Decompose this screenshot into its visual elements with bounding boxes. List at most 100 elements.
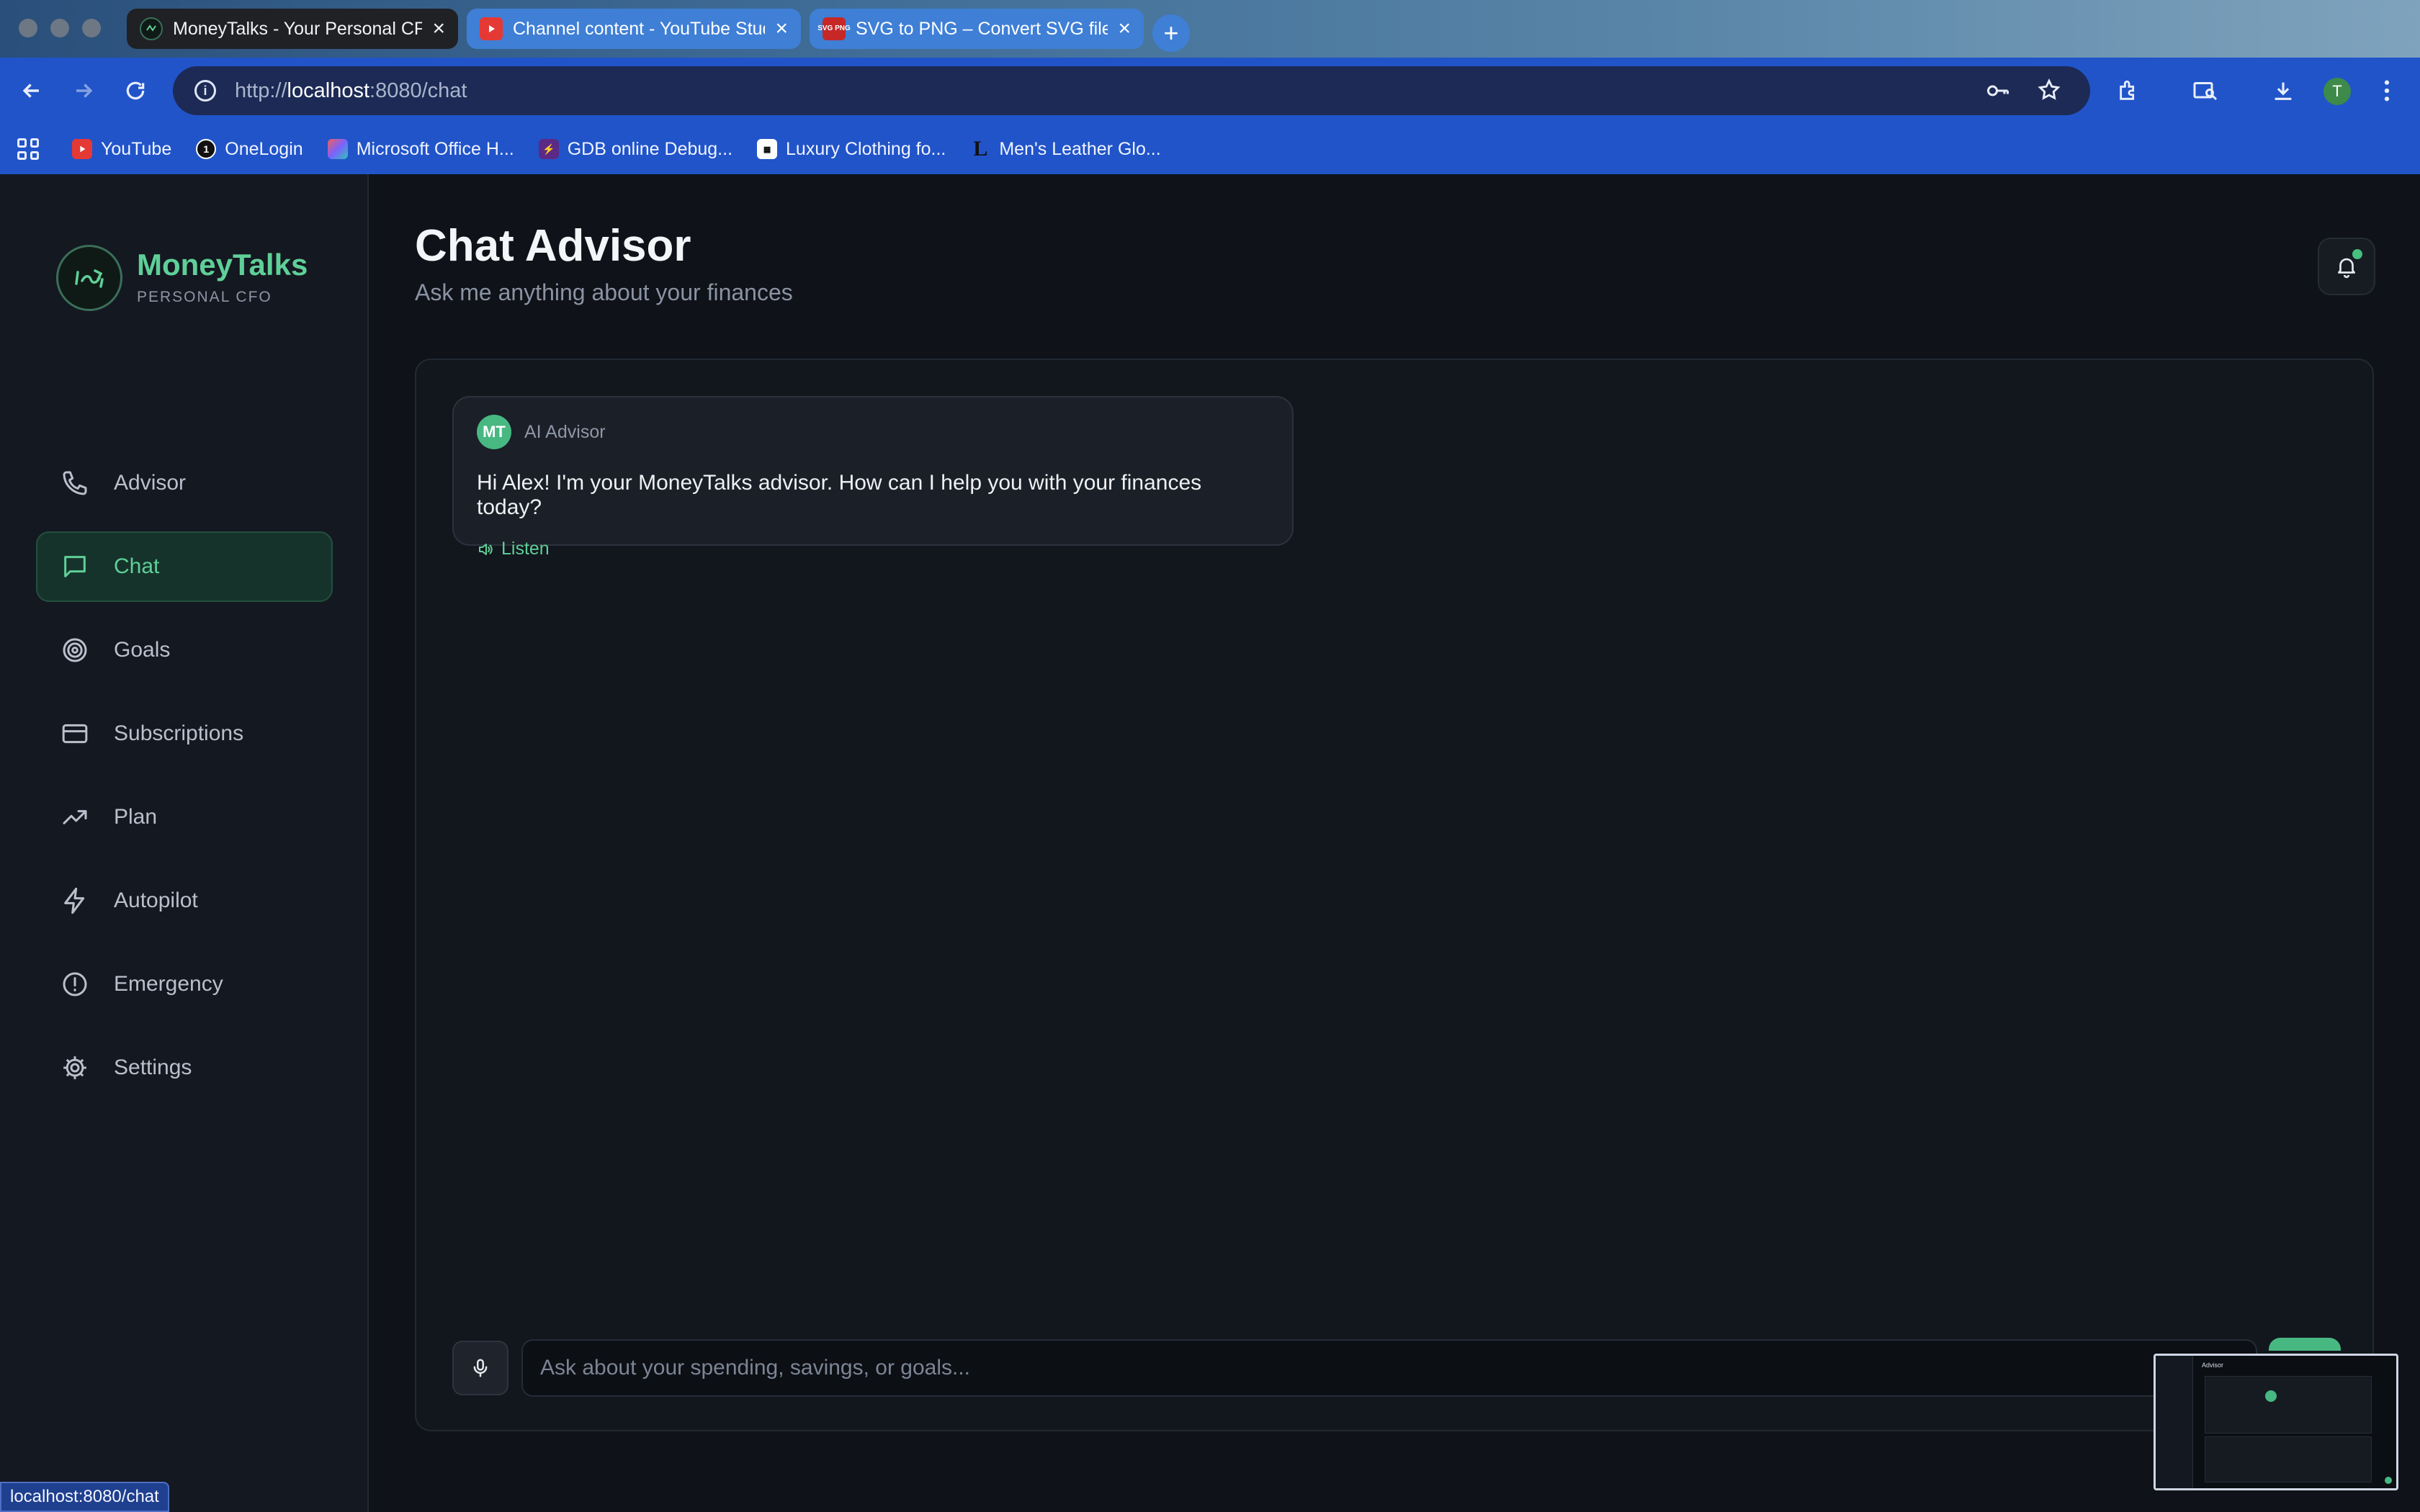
forward-arrow-icon[interactable] [68, 75, 99, 107]
page-title: Chat Advisor [415, 221, 691, 271]
brand-subtitle: PERSONAL CFO [137, 289, 272, 305]
sidebar-item-label: Plan [114, 805, 158, 829]
close-tab-icon[interactable]: × [432, 18, 445, 40]
sidebar-item-label: Chat [114, 554, 160, 578]
tab-svg-to-png[interactable]: SVG PNG SVG to PNG – Convert SVG files × [810, 9, 1144, 49]
bookmark-label: Microsoft Office H... [356, 138, 514, 159]
tab-label: Channel content - YouTube Studio [513, 18, 766, 39]
send-button[interactable] [2269, 1338, 2341, 1351]
close-window-button[interactable] [19, 19, 37, 37]
tab-label: SVG to PNG – Convert SVG files [856, 18, 1108, 39]
preview-sidebar [2156, 1356, 2193, 1488]
close-tab-icon[interactable]: × [775, 18, 788, 40]
sidebar-item-settings[interactable]: Settings [36, 1032, 333, 1103]
sidebar: MoneyTalks PERSONAL CFO Advisor Chat Goa… [0, 174, 369, 1512]
bookmark-clothing[interactable]: ▦ Luxury Clothing fo... [757, 139, 946, 160]
picture-in-picture-preview[interactable]: Advisor [2154, 1354, 2398, 1490]
sidebar-item-label: Settings [114, 1056, 192, 1079]
sidebar-item-goals[interactable]: Goals [36, 615, 333, 685]
alert-circle-icon [63, 972, 87, 996]
menu-kebab-icon[interactable] [2371, 75, 2403, 107]
sidebar-item-advisor[interactable]: Advisor [36, 448, 333, 518]
close-tab-icon[interactable]: × [1118, 18, 1131, 40]
preview-dot [2265, 1390, 2277, 1402]
maximize-window-button[interactable] [82, 19, 101, 37]
phone-icon [63, 471, 87, 495]
profile-avatar[interactable]: T [2323, 78, 2351, 105]
chat-bubble-icon [64, 556, 86, 577]
download-icon[interactable] [2267, 75, 2299, 107]
credit-card-icon [62, 724, 88, 744]
preview-status-dot [2385, 1477, 2392, 1484]
new-tab-button[interactable]: + [1152, 14, 1190, 52]
browser-toolbar: i http://localhost:8080/chat [0, 58, 2420, 124]
sidebar-item-emergency[interactable]: Emergency [36, 949, 333, 1020]
notifications-button[interactable] [2318, 238, 2375, 295]
chat-message-input[interactable] [521, 1339, 2257, 1397]
gear-icon [63, 1056, 86, 1079]
bookmark-label: GDB online Debug... [567, 138, 733, 159]
sidebar-item-plan[interactable]: Plan [36, 782, 333, 852]
chat-input-row [452, 1338, 2341, 1397]
brand-logo-icon [56, 245, 122, 311]
sidebar-item-chat[interactable]: Chat [36, 531, 333, 602]
sidebar-item-label: Emergency [114, 972, 223, 996]
tab-label: MoneyTalks - Your Personal CFO [173, 18, 423, 39]
apps-grid-icon[interactable] [17, 138, 39, 160]
sidebar-item-subscriptions[interactable]: Subscriptions [36, 698, 333, 769]
tab-youtube-studio[interactable]: Channel content - YouTube Studio × [467, 9, 801, 49]
browser-tab-bar: MoneyTalks - Your Personal CFO × Channel… [0, 0, 2420, 58]
sidebar-item-label: Autopilot [114, 888, 198, 912]
main-content: Chat Advisor Ask me anything about your … [369, 174, 2420, 1512]
bookmark-gdb[interactable]: ⚡ GDB online Debug... [538, 138, 733, 160]
app-root: MoneyTalks PERSONAL CFO Advisor Chat Goa… [0, 174, 2420, 1512]
listen-button[interactable]: Listen [477, 539, 1269, 559]
sidebar-item-label: Advisor [114, 471, 187, 495]
url-host: localhost [287, 78, 370, 102]
clothing-icon: ▦ [757, 139, 778, 159]
preview-panel [2205, 1376, 2372, 1434]
preview-title: Advisor [2202, 1362, 2224, 1369]
address-bar[interactable]: i http://localhost:8080/chat [173, 66, 2090, 115]
sidebar-item-label: Subscriptions [114, 721, 244, 745]
minimize-window-button[interactable] [50, 19, 69, 37]
bookmark-onelogin[interactable]: 1 OneLogin [196, 139, 303, 160]
preview-panel-lower [2205, 1436, 2372, 1482]
moneytalks-favicon-icon [140, 17, 163, 40]
url-scheme: http:// [235, 78, 287, 102]
url-path: :8080/chat [369, 78, 467, 102]
reload-icon[interactable] [120, 75, 151, 107]
bookmark-label: Men's Leather Glo... [999, 138, 1161, 159]
lightning-icon [64, 887, 85, 914]
bookmark-label: YouTube [101, 138, 172, 159]
bookmark-office[interactable]: Microsoft Office H... [327, 138, 514, 160]
microphone-icon [473, 1359, 488, 1377]
leather-icon: L [973, 137, 988, 161]
site-info-icon[interactable]: i [194, 80, 216, 102]
brand[interactable]: MoneyTalks PERSONAL CFO [56, 245, 308, 311]
mic-button[interactable] [452, 1341, 508, 1395]
listen-label: Listen [501, 539, 550, 559]
message-sender: AI Advisor [524, 421, 606, 442]
tab-search-icon[interactable] [2190, 75, 2221, 107]
gdb-icon: ⚡ [538, 139, 559, 159]
notification-dot [2352, 249, 2362, 259]
bookmark-youtube[interactable]: YouTube [72, 139, 171, 160]
back-arrow-icon[interactable] [16, 75, 48, 107]
office-icon [327, 139, 348, 159]
youtube-favicon-icon [480, 17, 503, 40]
bookmark-star-icon[interactable] [2037, 78, 2061, 109]
extensions-puzzle-icon[interactable] [2113, 75, 2145, 107]
bookmark-label: Luxury Clothing fo... [786, 138, 946, 159]
target-icon [63, 638, 87, 662]
svg-png-favicon-icon: SVG PNG [817, 17, 851, 40]
bookmark-leather[interactable]: L Men's Leather Glo... [970, 137, 1161, 161]
window-controls [19, 19, 101, 37]
sidebar-item-label: Goals [114, 638, 171, 662]
sidebar-item-autopilot[interactable]: Autopilot [36, 865, 333, 936]
message-text: Hi Alex! I'm your MoneyTalks advisor. Ho… [477, 471, 1202, 519]
bookmarks-bar: YouTube 1 OneLogin Microsoft Office H...… [0, 124, 2420, 174]
trending-up-icon [63, 810, 87, 824]
tab-moneytalks[interactable]: MoneyTalks - Your Personal CFO × [127, 9, 458, 49]
password-key-icon[interactable] [1985, 78, 2011, 109]
